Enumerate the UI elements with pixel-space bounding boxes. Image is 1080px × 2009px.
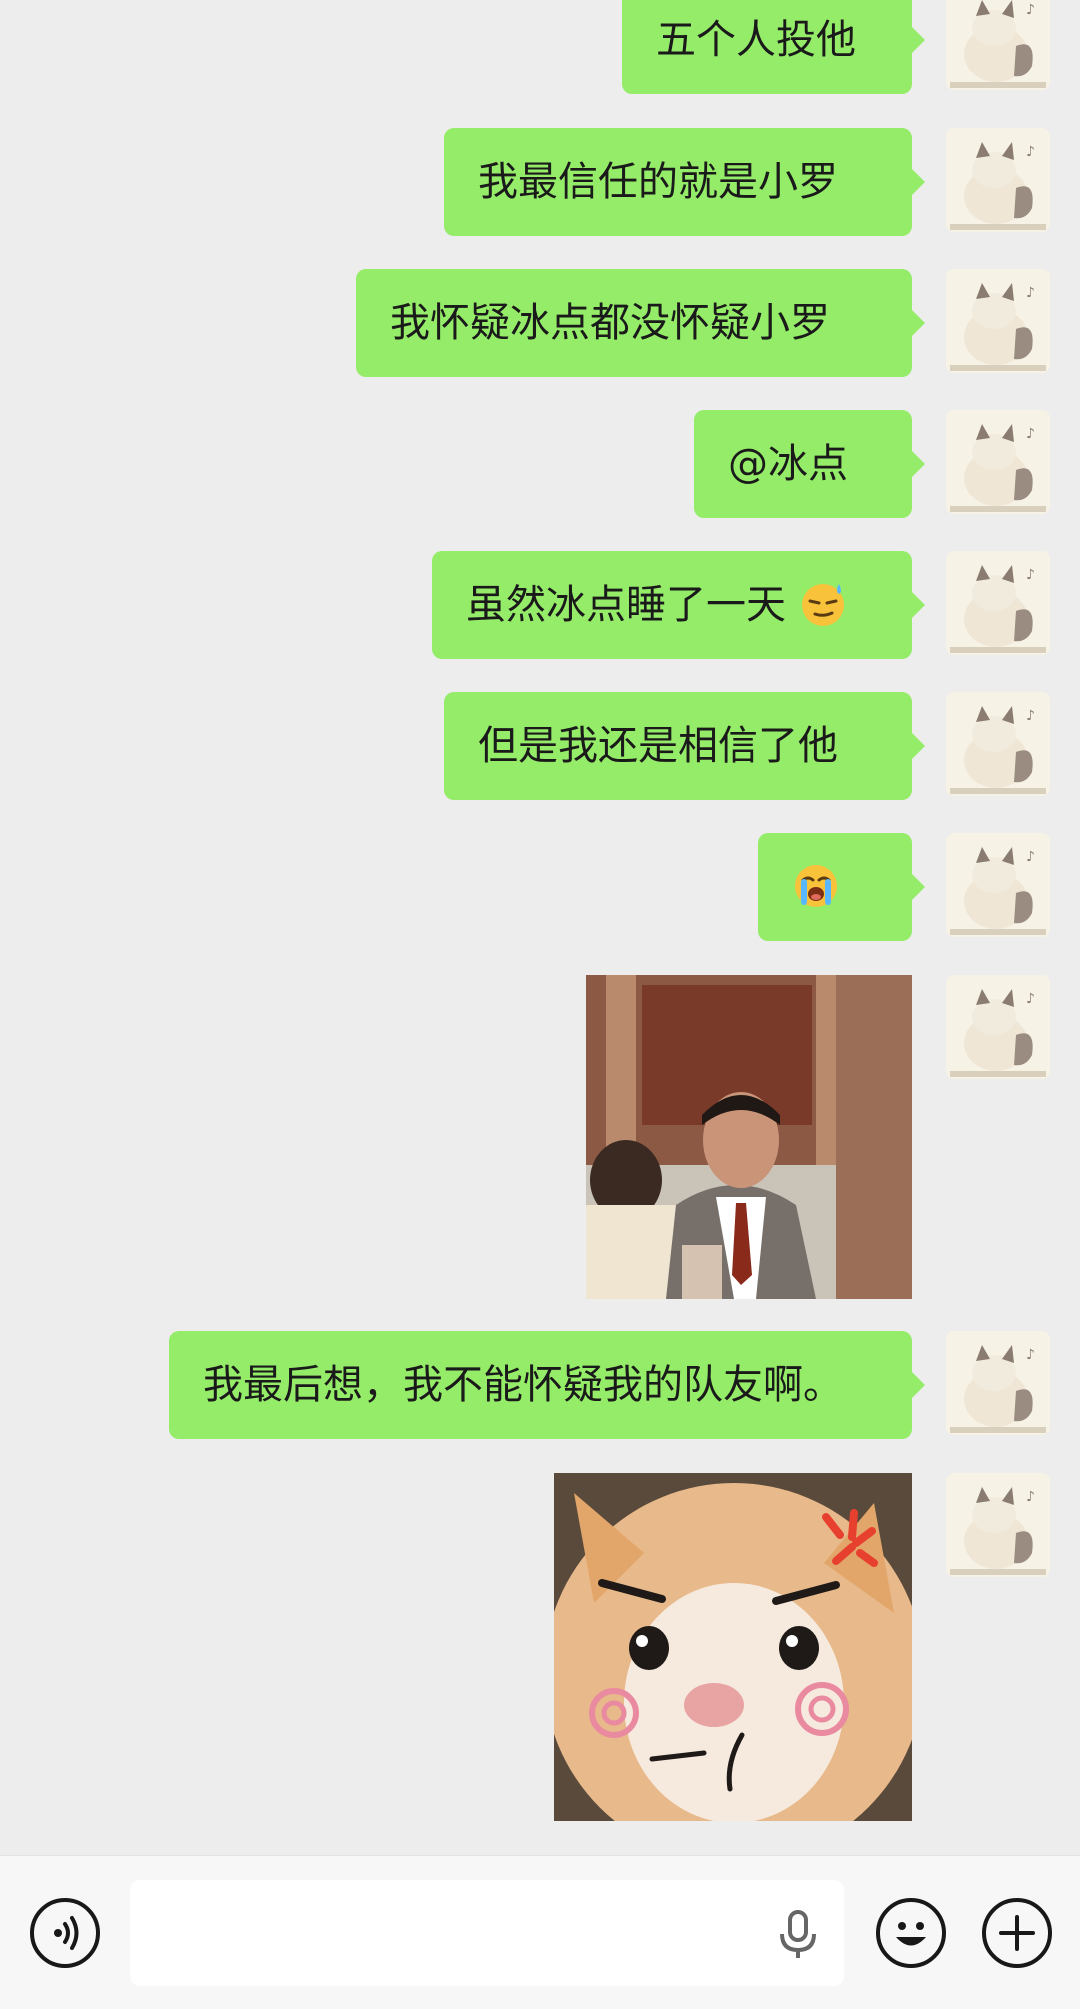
loudly-crying-face-emoji [795,865,837,907]
avatar[interactable]: ♪ [946,1331,1050,1435]
avatar[interactable]: ♪ [946,692,1050,796]
message-text: 我最信任的就是小罗 [478,159,838,205]
svg-text:♪: ♪ [1026,1489,1035,1505]
message-text: 五个人投他 [656,17,856,63]
message-bubble[interactable]: 虽然冰点睡了一天 [432,551,925,659]
svg-text:♪: ♪ [1026,426,1035,442]
message-bubble[interactable]: 但是我还是相信了他 [444,692,925,800]
message-text: 虽然冰点睡了一天 [466,582,786,628]
emoji-button[interactable] [876,1898,946,1968]
image-message[interactable] [554,1473,912,1821]
plus-icon [999,1915,1035,1951]
svg-text:♪: ♪ [1026,849,1035,865]
sweat-smile-emoji [801,584,844,626]
avatar[interactable]: ♪ [946,269,1050,373]
svg-text:♪: ♪ [1026,285,1035,301]
message-text: 我最后想，我不能怀疑我的队友啊。 [203,1362,843,1408]
message-bubble[interactable]: 我最后想，我不能怀疑我的队友啊。 [169,1331,925,1439]
man-in-suit-sticker [586,975,912,1299]
svg-text:♪: ♪ [1026,567,1035,583]
cat-avatar-image: ♪ [946,1331,1050,1435]
image-message[interactable] [586,975,912,1299]
angry-kitten-sticker [554,1473,912,1821]
svg-text:♪: ♪ [1026,144,1035,160]
avatar[interactable]: ♪ [946,128,1050,232]
avatar[interactable]: ♪ [946,1473,1050,1577]
avatar[interactable]: ♪ [946,975,1050,1079]
avatar[interactable]: ♪ [946,0,1050,90]
message-bubble[interactable]: 我怀疑冰点都没怀疑小罗 [356,269,925,377]
cat-avatar-image: ♪ [946,833,1050,937]
cat-avatar-image: ♪ [946,269,1050,373]
cat-avatar-image: ♪ [946,975,1050,1079]
smiley-icon [896,1922,926,1946]
chat-message-list[interactable]: 五个人投他 ♪ 我最信任的就是小罗 ♪ 我怀疑冰点都没怀疑小罗 ♪ @冰点 ♪ … [0,0,1080,1855]
svg-text:♪: ♪ [1026,2,1035,18]
message-text: 但是我还是相信了他 [478,723,838,769]
voice-button[interactable] [30,1898,100,1968]
message-bubble[interactable]: @冰点 [694,410,925,518]
message-bubble[interactable]: 五个人投他 [622,0,925,94]
voice-icon [54,1916,79,1950]
message-bubble[interactable]: 我最信任的就是小罗 [444,128,925,236]
cat-avatar-image: ♪ [946,0,1050,90]
avatar[interactable]: ♪ [946,551,1050,655]
cat-avatar-image: ♪ [946,692,1050,796]
cat-avatar-image: ♪ [946,410,1050,514]
cat-avatar-image: ♪ [946,551,1050,655]
message-input[interactable] [130,1880,844,1986]
cat-avatar-image: ♪ [946,128,1050,232]
message-bubble[interactable] [758,833,925,941]
more-button[interactable] [982,1898,1052,1968]
microphone-icon[interactable] [776,1910,820,1960]
svg-text:♪: ♪ [1026,1347,1035,1363]
input-bar [0,1855,1080,2009]
message-text: 我怀疑冰点都没怀疑小罗 [390,300,830,346]
avatar[interactable]: ♪ [946,833,1050,937]
svg-text:♪: ♪ [1026,991,1035,1007]
svg-text:♪: ♪ [1026,708,1035,724]
avatar[interactable]: ♪ [946,410,1050,514]
cat-avatar-image: ♪ [946,1473,1050,1577]
message-text: @冰点 [728,441,848,487]
